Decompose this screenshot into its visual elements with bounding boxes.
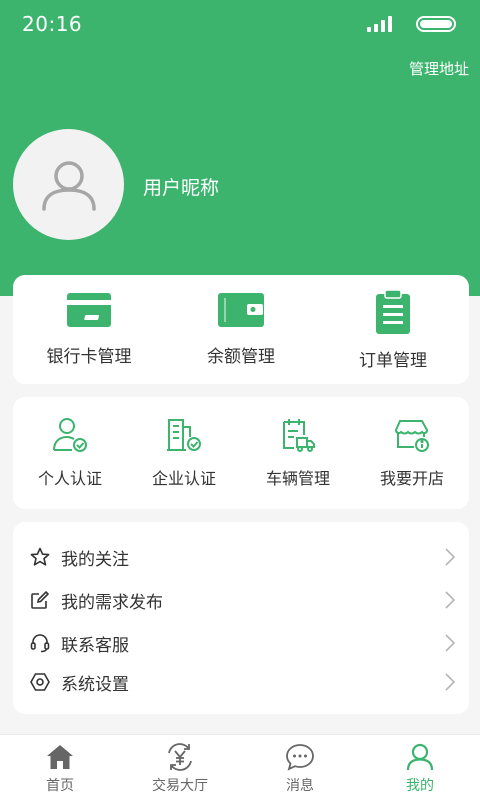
bank-card-icon (67, 293, 111, 327)
bank-card-management-button[interactable]: 银行卡管理 (13, 275, 165, 384)
battery-icon (416, 16, 456, 32)
my-follows-item[interactable]: 我的关注 (13, 537, 469, 577)
tab-home-label: 首页 (46, 778, 74, 794)
profile-icon (406, 743, 434, 771)
finance-menu-card: 银行卡管理 余额管理 订单管理 (13, 275, 469, 384)
wallet-icon (218, 293, 264, 327)
tab-messages-label: 消息 (286, 778, 314, 794)
home-icon (47, 745, 73, 769)
system-settings-label: 系统设置 (61, 674, 129, 695)
enterprise-verify-button[interactable]: 企业认证 (127, 397, 241, 509)
personal-verify-icon (53, 418, 87, 452)
enterprise-verify-label: 企业认证 (151, 469, 216, 488)
vehicle-management-button[interactable]: 车辆管理 (241, 397, 355, 509)
manage-address-link[interactable]: 管理地址 (409, 58, 469, 79)
message-icon (286, 744, 314, 771)
open-shop-label: 我要开店 (379, 469, 444, 488)
my-demand-publish-item[interactable]: 我的需求发布 (13, 580, 469, 620)
my-demand-publish-label: 我的需求发布 (61, 592, 163, 613)
tab-messages[interactable]: 消息 (240, 735, 360, 800)
order-management-label: 订单管理 (359, 351, 427, 371)
bottom-tab-bar: 首页 交易大厅 消息 我的 (0, 734, 480, 800)
signal-icon (367, 16, 392, 32)
status-bar: 20:16 (0, 0, 480, 48)
my-follows-label: 我的关注 (61, 549, 129, 570)
chevron-right-icon (445, 634, 455, 652)
service-menu-card: 个人认证 企业认证 车辆管理 我要开店 (13, 397, 469, 509)
personal-verify-button[interactable]: 个人认证 (13, 397, 127, 509)
enterprise-verify-icon (167, 419, 201, 451)
vehicle-icon (283, 419, 315, 452)
tab-mine-label: 我的 (406, 778, 434, 794)
chevron-right-icon (445, 673, 455, 691)
order-management-button[interactable]: 订单管理 (317, 275, 469, 384)
contact-service-label: 联系客服 (61, 635, 129, 656)
user-avatar-icon (41, 160, 96, 211)
chevron-right-icon (445, 591, 455, 609)
system-settings-item[interactable]: 系统设置 (13, 662, 469, 702)
contact-service-item[interactable]: 联系客服 (13, 623, 469, 663)
clipboard-icon (376, 290, 410, 334)
tab-trading-hall[interactable]: 交易大厅 (120, 735, 240, 800)
settings-list-card: 我的关注 我的需求发布 联系客服 系统设置 (13, 522, 469, 714)
tab-home[interactable]: 首页 (0, 735, 120, 800)
open-shop-icon (394, 420, 429, 452)
edit-icon (31, 590, 50, 609)
chevron-right-icon (445, 548, 455, 566)
open-shop-button[interactable]: 我要开店 (355, 397, 469, 509)
yuan-exchange-icon (168, 743, 192, 771)
bank-card-management-label: 银行卡管理 (46, 347, 132, 367)
hexagon-settings-icon (30, 673, 50, 691)
balance-management-label: 余额管理 (207, 347, 275, 367)
status-time: 20:16 (22, 12, 83, 36)
headset-icon (30, 634, 50, 653)
vehicle-management-label: 车辆管理 (265, 469, 330, 488)
personal-verify-label: 个人认证 (37, 469, 102, 488)
avatar[interactable] (13, 129, 124, 240)
tab-mine[interactable]: 我的 (360, 735, 480, 800)
balance-management-button[interactable]: 余额管理 (165, 275, 317, 384)
tab-trading-hall-label: 交易大厅 (152, 778, 208, 794)
star-icon (30, 547, 50, 566)
user-nickname[interactable]: 用户昵称 (143, 173, 219, 200)
